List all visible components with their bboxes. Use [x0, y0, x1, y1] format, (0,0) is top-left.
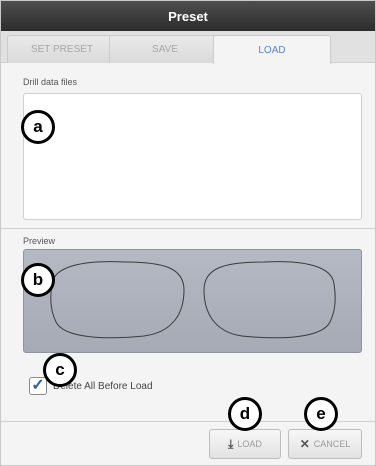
callout-marker-a: a	[21, 110, 55, 144]
preset-dialog: Preset SET PRESET SAVE LOAD Drill data f…	[0, 0, 376, 466]
files-section-label: Drill data files	[23, 77, 78, 87]
download-icon: ⤓	[228, 436, 234, 451]
cancel-button-label: CANCEL	[313, 439, 351, 449]
preview-section-label: Preview	[23, 236, 56, 246]
callout-marker-c: c	[43, 353, 77, 387]
delete-all-checkbox[interactable]: ✓	[29, 377, 47, 395]
load-button[interactable]: ⤓ LOAD	[209, 429, 281, 459]
callout-a-label: a	[33, 117, 43, 136]
load-button-label: LOAD	[237, 439, 262, 449]
callout-marker-b: b	[21, 263, 55, 297]
callout-marker-e: e	[304, 397, 338, 431]
right-lens-outline	[203, 261, 336, 339]
lens-shape-preview	[50, 261, 336, 339]
tab-save-label: SAVE	[152, 44, 178, 55]
section-divider	[1, 228, 375, 229]
preview-pane	[23, 249, 362, 353]
tab-save[interactable]: SAVE	[109, 35, 221, 63]
callout-c-label: c	[55, 360, 65, 379]
check-icon: ✓	[31, 377, 45, 394]
drill-files-list[interactable]	[23, 93, 362, 220]
tab-set-preset-label: SET PRESET	[30, 44, 94, 55]
left-lens-outline	[50, 261, 185, 339]
callout-d-label: d	[239, 404, 251, 423]
dialog-title: Preset	[168, 8, 208, 24]
tab-load[interactable]: LOAD	[213, 35, 331, 64]
callout-e-label: e	[316, 404, 326, 423]
tab-bar: SET PRESET SAVE LOAD	[1, 31, 375, 64]
tab-load-label: LOAD	[258, 44, 286, 56]
dialog-titlebar: Preset	[1, 1, 375, 31]
cancel-button[interactable]: ✕ CANCEL	[288, 429, 362, 459]
close-icon: ✕	[299, 437, 310, 451]
callout-marker-d: d	[228, 397, 262, 431]
callout-b-label: b	[32, 270, 44, 289]
tab-set-preset[interactable]: SET PRESET	[7, 35, 117, 63]
